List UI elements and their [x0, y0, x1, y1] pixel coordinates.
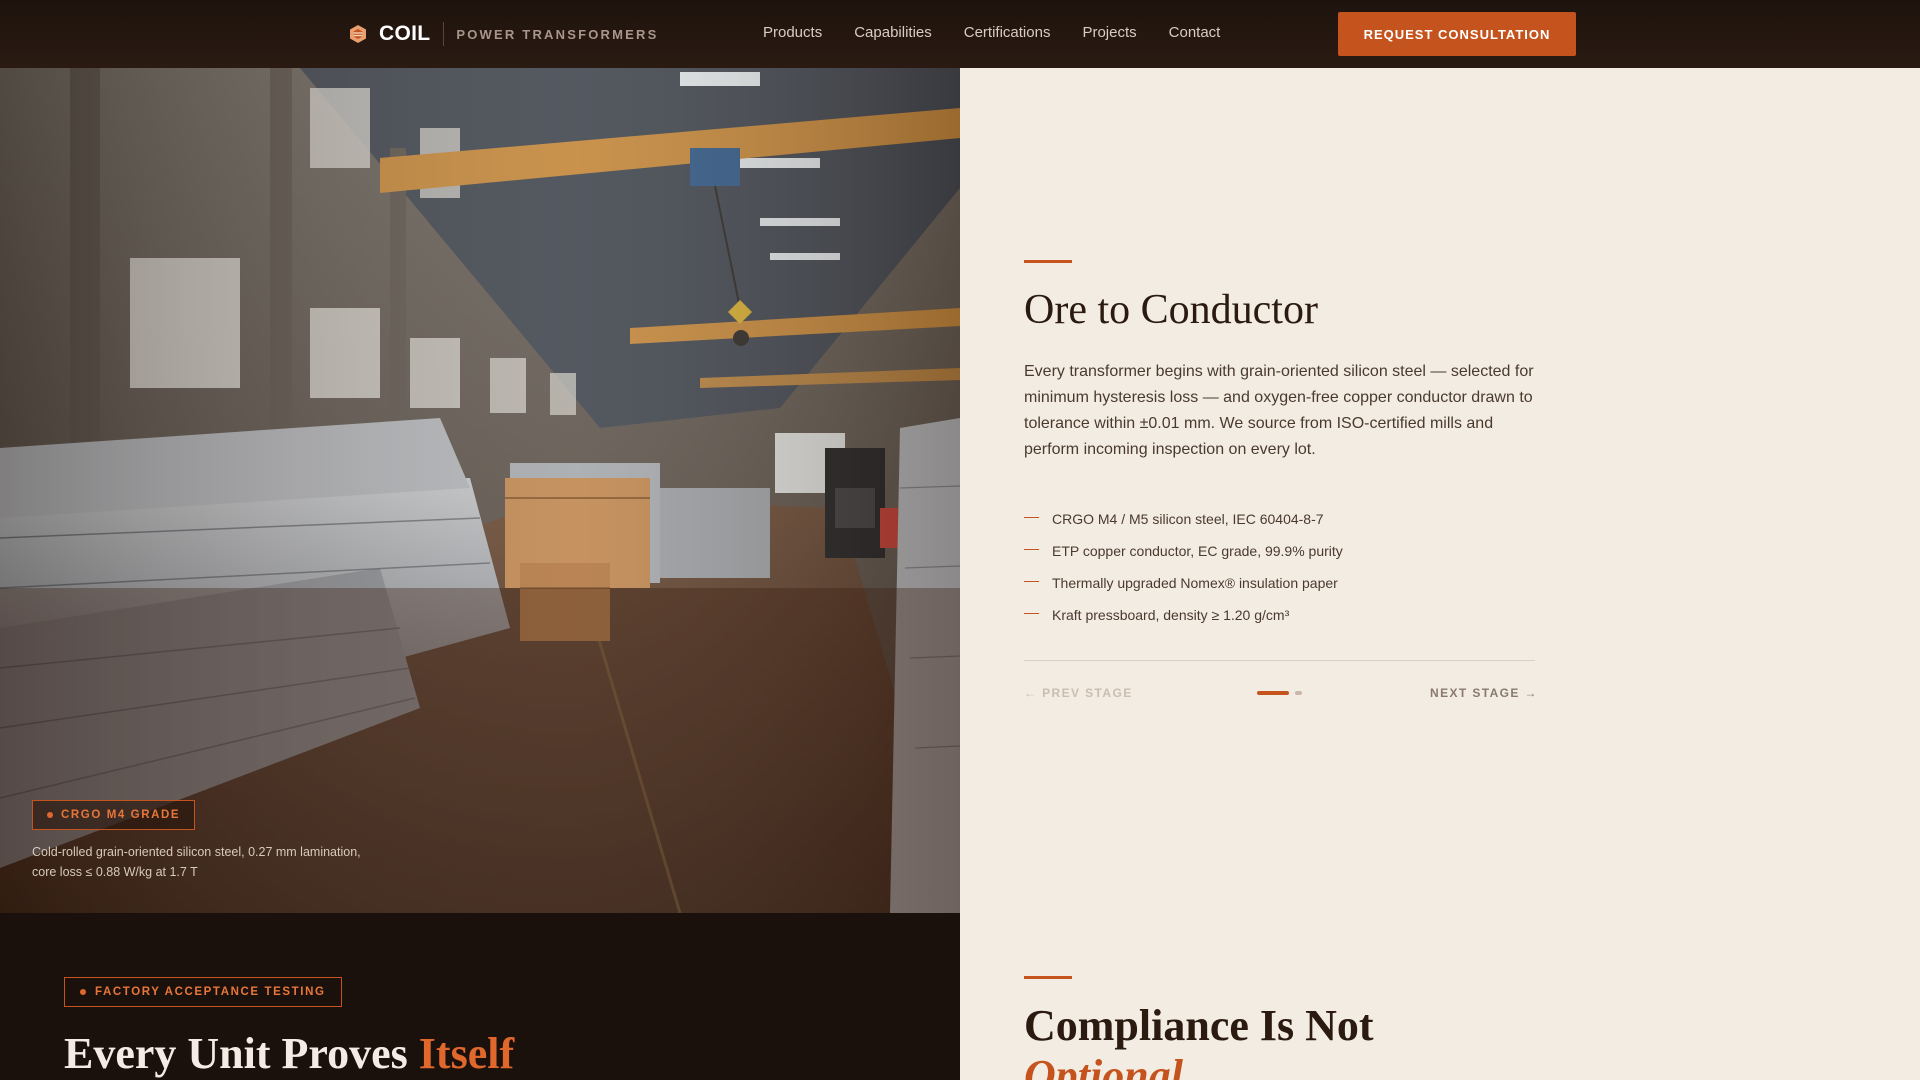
photo-caption-line: Cold-rolled grain-oriented silicon steel…	[32, 845, 361, 859]
prev-stage-button[interactable]: ← PREV STAGE	[1024, 686, 1133, 700]
dash-bullet-icon	[1024, 580, 1039, 582]
brand-divider	[443, 22, 445, 46]
compliance-title-emphasis: Optional	[1024, 1051, 1183, 1080]
brand-tagline: POWER TRANSFORMERS	[456, 26, 659, 42]
next-stage-button[interactable]: NEXT STAGE →	[1430, 686, 1538, 700]
testing-badge: FACTORY ACCEPTANCE TESTING	[64, 977, 342, 1007]
pager-dot-active[interactable]	[1257, 691, 1289, 695]
compliance-title-main: Compliance Is Not	[1024, 1001, 1374, 1050]
stage-divider	[1024, 660, 1535, 661]
testing-title-main: Every Unit Proves	[64, 1029, 419, 1078]
badge-dot-icon	[80, 989, 86, 995]
testing-title: Every Unit Proves Itself	[64, 1028, 514, 1079]
stage-description: Every transformer begins with grain-orie…	[1024, 363, 1534, 458]
dash-bullet-icon	[1024, 612, 1039, 614]
compliance-title: Compliance Is Not Optional	[1024, 1001, 1374, 1080]
warehouse-illustration	[0, 68, 960, 913]
dash-bullet-icon	[1024, 516, 1039, 518]
nav-link-products[interactable]: Products	[763, 24, 822, 41]
testing-title-highlight: Itself	[418, 1029, 515, 1078]
feature-text: CRGO M4 / M5 silicon steel, IEC 60404-8-…	[1052, 511, 1324, 527]
pager-dot[interactable]	[1295, 691, 1302, 695]
list-item: Kraft pressboard, density ≥ 1.20 g/cm³	[1024, 599, 1343, 631]
coil-logo-icon	[350, 25, 366, 43]
request-consultation-button[interactable]: REQUEST CONSULTATION	[1338, 12, 1576, 56]
nav-link-certifications[interactable]: Certifications	[964, 24, 1051, 41]
stage-accent-bar	[1024, 260, 1072, 263]
list-item: Thermally upgraded Nomex® insulation pap…	[1024, 567, 1343, 599]
brand-logo[interactable]: COIL POWER TRANSFORMERS	[349, 21, 658, 47]
nav-link-capabilities[interactable]: Capabilities	[854, 24, 932, 41]
photo-caption: Cold-rolled grain-oriented silicon steel…	[32, 842, 361, 882]
stage-feature-list: CRGO M4 / M5 silicon steel, IEC 60404-8-…	[1024, 503, 1343, 631]
feature-text: ETP copper conductor, EC grade, 99.9% pu…	[1052, 543, 1343, 559]
main-nav: Products Capabilities Certifications Pro…	[763, 24, 1220, 41]
nav-link-contact[interactable]: Contact	[1169, 24, 1221, 41]
feature-text: Thermally upgraded Nomex® insulation pap…	[1052, 575, 1338, 591]
feature-text: Kraft pressboard, density ≥ 1.20 g/cm³	[1052, 607, 1290, 623]
dash-bullet-icon	[1024, 548, 1039, 550]
badge-dot-icon	[47, 812, 53, 818]
compliance-accent-bar	[1024, 976, 1072, 979]
nav-link-projects[interactable]: Projects	[1082, 24, 1136, 41]
stage-pager	[1257, 691, 1302, 695]
top-nav: COIL POWER TRANSFORMERS Products Capabil…	[0, 0, 1920, 68]
material-grade-badge: CRGO M4 GRADE	[32, 800, 196, 830]
list-item: CRGO M4 / M5 silicon steel, IEC 60404-8-…	[1024, 503, 1343, 535]
stage-title: Ore to Conductor	[1024, 287, 1318, 333]
list-item: ETP copper conductor, EC grade, 99.9% pu…	[1024, 535, 1343, 567]
brand-name: COIL	[379, 22, 431, 45]
testing-badge-label: FACTORY ACCEPTANCE TESTING	[95, 986, 326, 998]
warehouse-photo: CRGO M4 GRADE Cold-rolled grain-oriented…	[0, 68, 960, 913]
photo-caption-line: core loss ≤ 0.88 W/kg at 1.7 T	[32, 865, 198, 879]
material-grade-label: CRGO M4 GRADE	[61, 809, 181, 821]
